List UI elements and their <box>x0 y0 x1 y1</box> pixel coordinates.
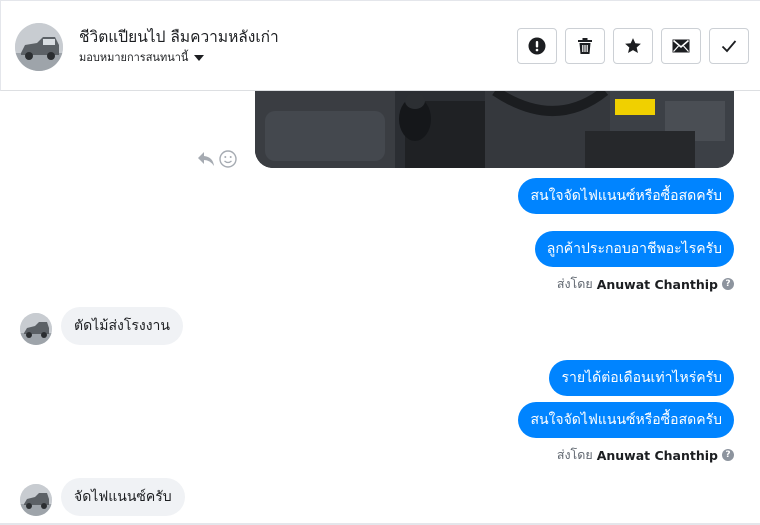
exclamation-circle-icon <box>528 37 546 55</box>
caret-down-icon <box>194 54 205 61</box>
contact-avatar-small <box>20 313 52 345</box>
message-photo-attachment[interactable] <box>255 91 734 168</box>
reply-icon[interactable] <box>197 151 215 167</box>
assign-label: มอบหมายการสนทนานี้ <box>79 51 189 64</box>
sent-by-label: ส่งโดย Anuwat Chanthip ? <box>557 274 734 294</box>
sent-by-prefix: ส่งโดย <box>556 276 593 291</box>
conversation-title: ชีวิตแปียนไป ลืมความหลังเก่า <box>79 28 279 46</box>
outgoing-message[interactable]: สนใจจัดไฟแนนซ์หรือซื้อสดครับ <box>518 178 734 214</box>
help-icon[interactable]: ? <box>722 449 734 461</box>
report-spam-button[interactable] <box>517 28 557 64</box>
envelope-icon <box>672 39 690 53</box>
contact-avatar-small <box>20 484 52 516</box>
contact-avatar[interactable] <box>15 23 63 71</box>
sent-by-name: Anuwat Chanthip <box>596 276 718 292</box>
assign-conversation-dropdown[interactable]: มอบหมายการสนทนานี้ <box>79 48 205 66</box>
sent-by-prefix: ส่งโดย <box>556 447 593 462</box>
trash-icon <box>578 38 592 54</box>
emoji-reaction-icon[interactable] <box>219 150 237 168</box>
incoming-message[interactable]: จัดไฟแนนซ์ครับ <box>61 478 185 516</box>
star-button[interactable] <box>613 28 653 64</box>
incoming-message[interactable]: ตัดไม้ส่งโรงงาน <box>61 307 183 345</box>
mark-done-button[interactable] <box>709 28 749 64</box>
outgoing-message[interactable]: สนใจจัดไฟแนนซ์หรือซื้อสดครับ <box>518 402 734 438</box>
mark-unread-button[interactable] <box>661 28 701 64</box>
message-reaction-tools <box>197 150 237 168</box>
sent-by-label: ส่งโดย Anuwat Chanthip ? <box>557 445 734 465</box>
outgoing-message[interactable]: ลูกค้าประกอบอาชีพอะไรครับ <box>534 231 734 267</box>
header-actions <box>517 28 749 64</box>
star-icon <box>625 38 641 53</box>
sent-by-name: Anuwat Chanthip <box>596 447 718 463</box>
delete-button[interactable] <box>565 28 605 64</box>
checkmark-icon <box>721 40 737 53</box>
help-icon[interactable]: ? <box>722 278 734 290</box>
outgoing-message[interactable]: รายได้ต่อเดือนเท่าไหร่ครับ <box>549 360 734 396</box>
conversation-header: ชีวิตแปียนไป ลืมความหลังเก่า มอบหมายการส… <box>0 0 760 91</box>
